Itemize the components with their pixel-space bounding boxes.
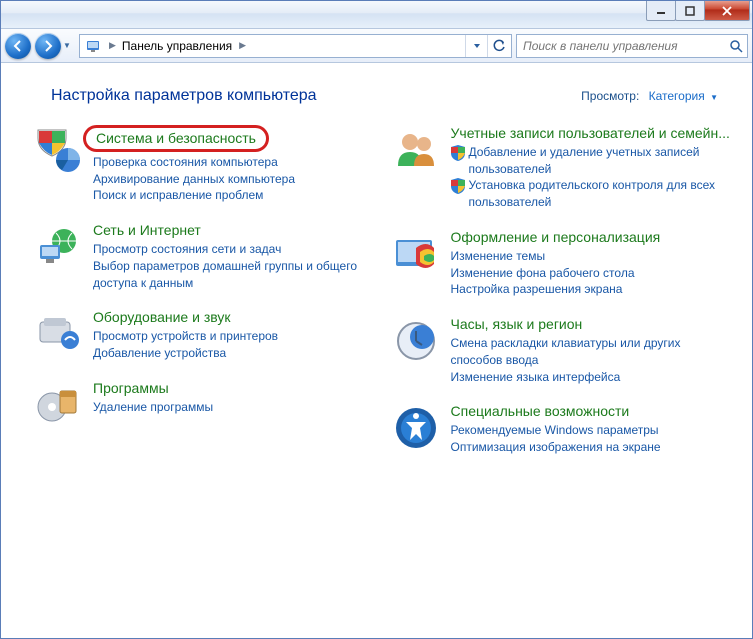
sub-link[interactable]: Изменение фона рабочего стола xyxy=(451,265,731,282)
category-appearance: Оформление и персонализация Изменение те… xyxy=(391,227,731,300)
sub-link[interactable]: Архивирование данных компьютера xyxy=(93,171,373,188)
breadcrumb-item[interactable]: Панель управления xyxy=(120,39,234,53)
titlebar xyxy=(1,1,752,29)
appearance-icon xyxy=(391,229,441,279)
category-programs: Программы Удаление программы xyxy=(33,378,373,432)
programs-icon xyxy=(33,380,83,430)
minimize-button[interactable] xyxy=(646,1,676,21)
sub-link[interactable]: Добавление устройства xyxy=(93,345,373,362)
shield-icon xyxy=(451,178,465,194)
category-system-security: Система и безопасность Проверка состояни… xyxy=(33,123,373,206)
page-title: Настройка параметров компьютера xyxy=(51,87,317,105)
nav-history-dropdown[interactable]: ▼ xyxy=(63,41,75,50)
view-selector[interactable]: Просмотр: Категория ▼ xyxy=(581,89,718,103)
address-bar[interactable]: ▶ Панель управления ▶ xyxy=(79,34,512,58)
chevron-down-icon: ▼ xyxy=(710,93,718,102)
category-title-link[interactable]: Оборудование и звук xyxy=(93,309,231,326)
category-title-link[interactable]: Часы, язык и регион xyxy=(451,316,583,333)
content-area: Настройка параметров компьютера Просмотр… xyxy=(1,63,752,638)
left-column: Система и безопасность Проверка состояни… xyxy=(33,123,373,458)
sub-link[interactable]: Добавление и удаление учетных записей по… xyxy=(451,144,731,178)
sub-link[interactable]: Проверка состояния компьютера xyxy=(93,154,373,171)
category-title-link[interactable]: Система и безопасность xyxy=(83,125,269,152)
category-accessibility: Специальные возможности Рекомендуемые Wi… xyxy=(391,401,731,457)
search-input[interactable] xyxy=(521,38,729,54)
view-label: Просмотр: xyxy=(581,89,639,103)
breadcrumb-chevron-icon[interactable]: ▶ xyxy=(234,40,250,51)
sub-link[interactable]: Изменение языка интерфейса xyxy=(451,369,731,386)
view-value[interactable]: Категория ▼ xyxy=(649,89,718,103)
shield-icon xyxy=(451,145,465,161)
maximize-button[interactable] xyxy=(675,1,705,21)
window-buttons xyxy=(647,1,750,21)
category-hardware: Оборудование и звук Просмотр устройств и… xyxy=(33,307,373,363)
search-icon[interactable] xyxy=(729,39,743,53)
category-columns: Система и безопасность Проверка состояни… xyxy=(23,123,730,458)
category-users: Учетные записи пользователей и семейн...… xyxy=(391,123,731,213)
network-icon xyxy=(33,222,83,272)
sub-link[interactable]: Оптимизация изображения на экране xyxy=(451,439,731,456)
address-dropdown-button[interactable] xyxy=(465,35,487,57)
users-icon xyxy=(391,125,441,175)
category-title-link[interactable]: Специальные возможности xyxy=(451,403,630,420)
sub-link[interactable]: Поиск и исправление проблем xyxy=(93,187,373,204)
nav-back-button[interactable] xyxy=(5,33,31,59)
category-title-link[interactable]: Оформление и персонализация xyxy=(451,229,661,246)
sub-link[interactable]: Изменение темы xyxy=(451,248,731,265)
sub-link[interactable]: Настройка разрешения экрана xyxy=(451,281,731,298)
right-column: Учетные записи пользователей и семейн...… xyxy=(391,123,731,458)
accessibility-icon xyxy=(391,403,441,453)
category-title-link[interactable]: Учетные записи пользователей и семейн... xyxy=(451,125,730,142)
refresh-button[interactable] xyxy=(487,35,509,57)
sub-link[interactable]: Выбор параметров домашней группы и общег… xyxy=(93,258,373,292)
sub-link[interactable]: Удаление программы xyxy=(93,399,373,416)
search-box[interactable] xyxy=(516,34,748,58)
hardware-icon xyxy=(33,309,83,359)
sub-link[interactable]: Рекомендуемые Windows параметры xyxy=(451,422,731,439)
breadcrumb-chevron-icon[interactable]: ▶ xyxy=(104,40,120,51)
category-network: Сеть и Интернет Просмотр состояния сети … xyxy=(33,220,373,293)
control-panel-icon xyxy=(84,37,102,55)
header-row: Настройка параметров компьютера Просмотр… xyxy=(51,87,718,105)
nav-forward-button[interactable] xyxy=(35,33,61,59)
close-button[interactable] xyxy=(704,1,750,21)
navbar: ▼ ▶ Панель управления ▶ xyxy=(1,29,752,63)
system-security-icon xyxy=(33,125,83,175)
sub-link[interactable]: Смена раскладки клавиатуры или других сп… xyxy=(451,335,731,369)
sub-link[interactable]: Просмотр состояния сети и задач xyxy=(93,241,373,258)
clock-icon xyxy=(391,316,441,366)
sub-link[interactable]: Установка родительского контроля для все… xyxy=(451,177,731,211)
category-clock: Часы, язык и регион Смена раскладки клав… xyxy=(391,314,731,387)
sub-link[interactable]: Просмотр устройств и принтеров xyxy=(93,328,373,345)
category-title-link[interactable]: Программы xyxy=(93,380,169,397)
category-title-link[interactable]: Сеть и Интернет xyxy=(93,222,201,239)
